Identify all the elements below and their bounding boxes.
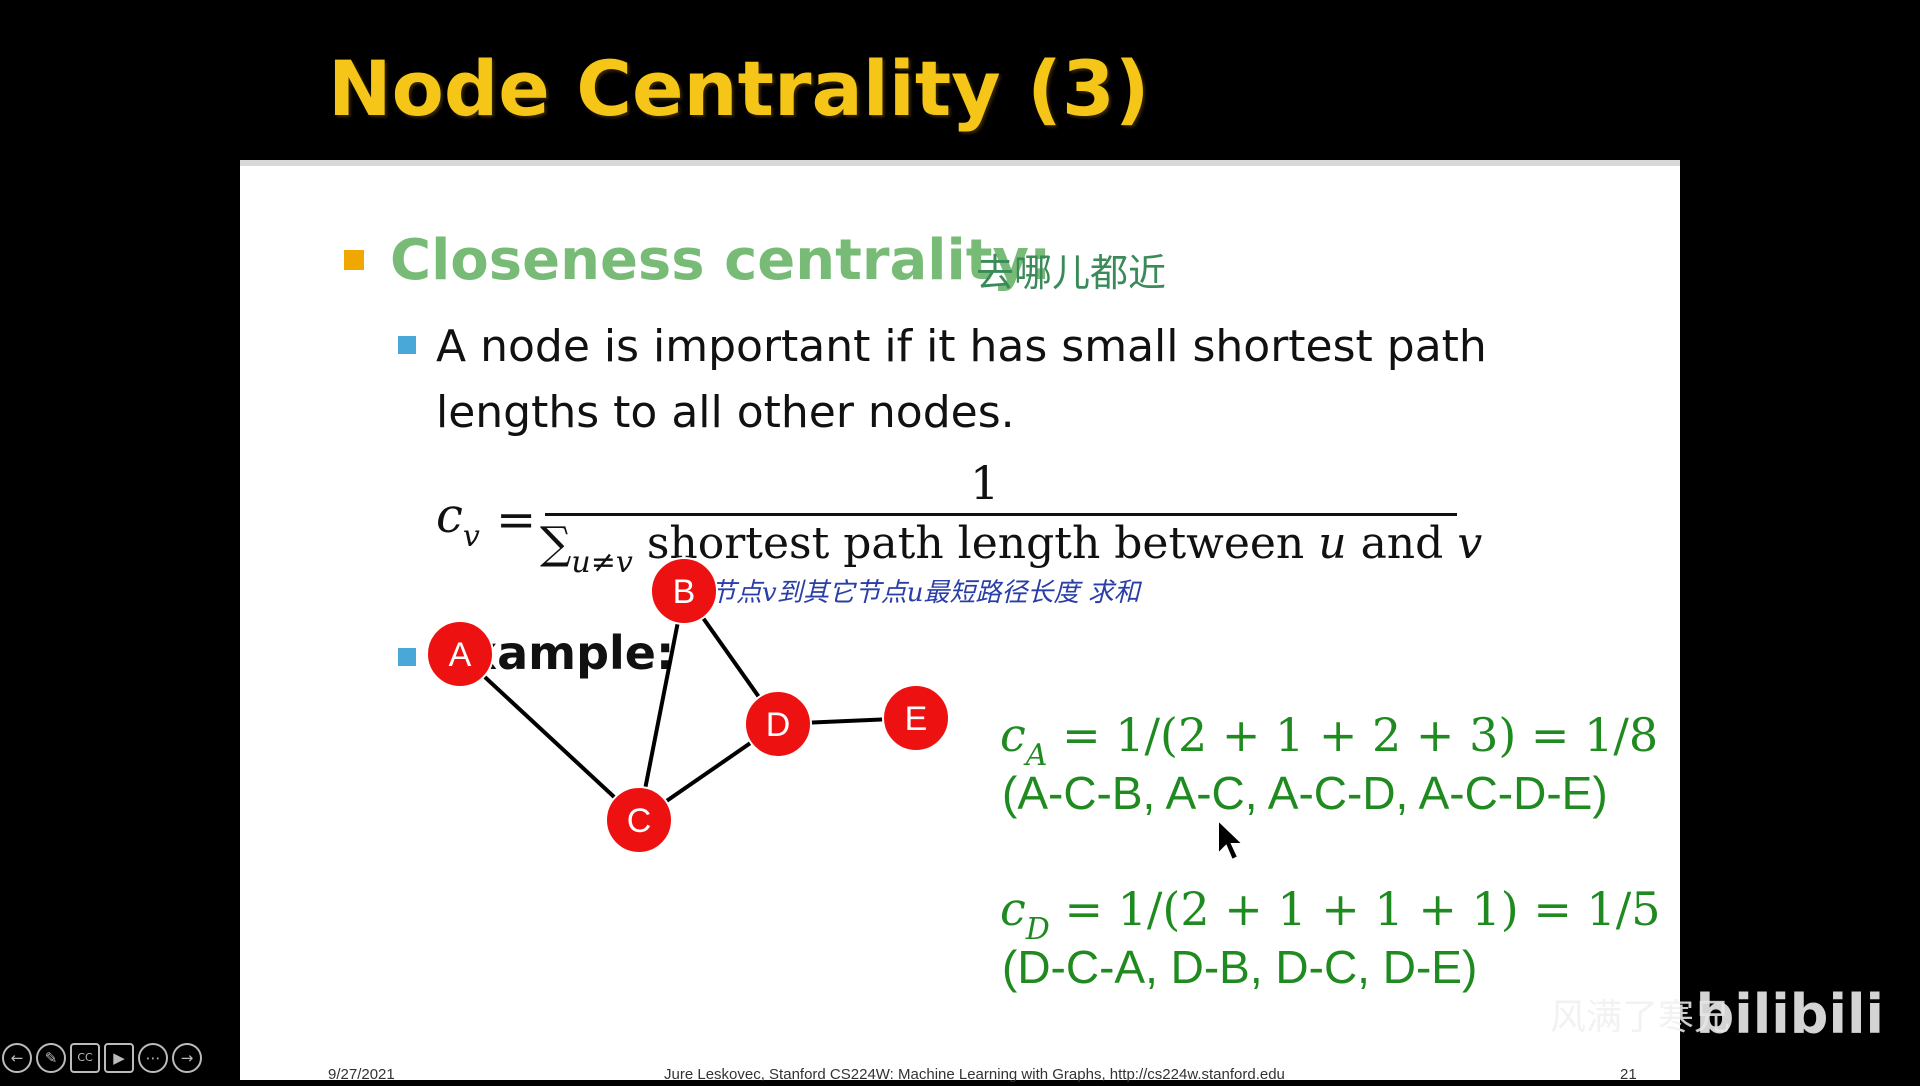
svg-text:C: C [627,802,652,840]
graph-edge-A-C [458,652,641,822]
svg-text:D: D [766,706,791,744]
forward-icon[interactable]: → [172,1043,202,1073]
footer-page-number: 21 [1620,1066,1637,1083]
graph-node-A: A [426,620,494,688]
result-d-paths: (D-C-A, D-B, D-C, D-E) [1002,941,1478,993]
slide-title: Node Centrality (3) [328,44,1150,133]
graph-node-D: D [744,690,812,758]
footer-credit: Jure Leskovec, Stanford CS224W: Machine … [664,1066,1285,1083]
graph-node-B: B [650,557,718,625]
graph-node-E: E [882,684,950,752]
svg-text:A: A [449,636,472,674]
result-a-paths: (A-C-B, A-C, A-C-D, A-C-D-E) [1002,767,1608,819]
back-icon[interactable]: ← [2,1043,32,1073]
presentation-toolbar: ← ✎ CC ▶ ⋯ → [0,1036,232,1080]
footer-date: 9/27/2021 [328,1066,395,1083]
svg-text:B: B [673,573,696,611]
mouse-cursor-icon [1217,818,1246,862]
video-off-icon[interactable]: ▶ [104,1043,134,1073]
graph-node-C: C [605,786,673,854]
more-icon[interactable]: ⋯ [138,1043,168,1073]
graph-edge-B-C [637,590,686,821]
svg-text:E: E [905,700,928,738]
bilibili-logo: bilibili [1695,983,1884,1046]
slide-body: Closeness centrality: 去哪儿都近 A node is im… [240,160,1680,1083]
captions-icon[interactable]: CC [70,1043,100,1073]
result-a-formula: cA = 1/(2 + 1 + 2 + 3) = 1/8 [1000,708,1659,773]
result-d-formula: cD = 1/(2 + 1 + 1 + 1) = 1/5 [1000,882,1661,947]
pen-icon[interactable]: ✎ [36,1043,66,1073]
